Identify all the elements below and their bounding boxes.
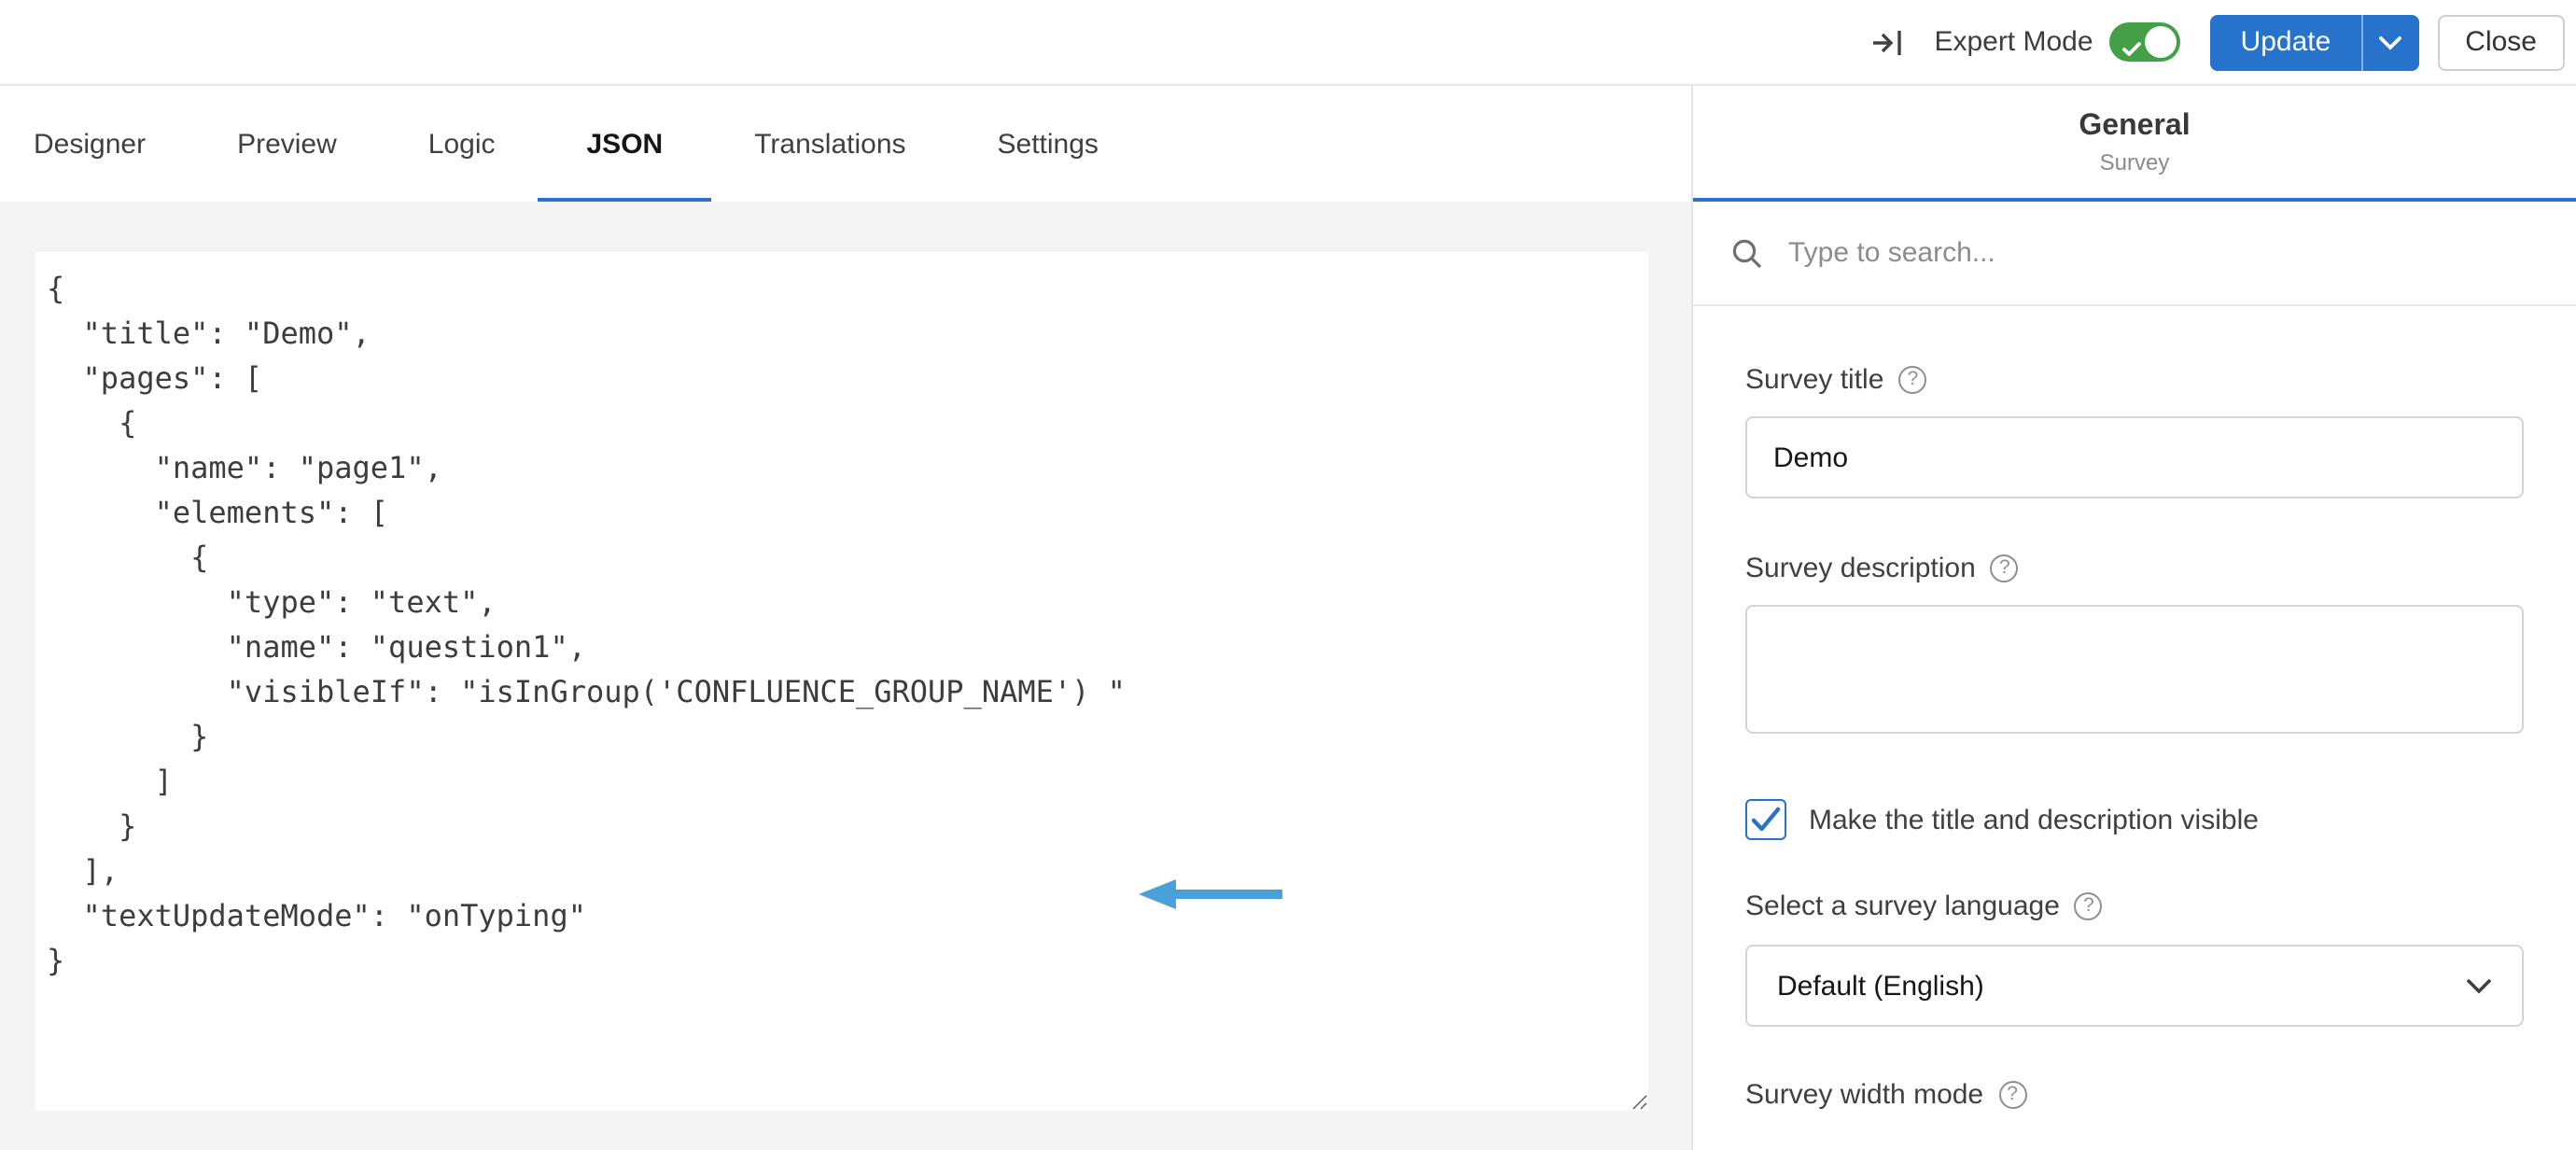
tab-designer[interactable]: Designer bbox=[34, 86, 146, 202]
property-panel: General Survey Survey title ? bbox=[1691, 86, 2576, 1150]
panel-subtitle: Survey bbox=[2100, 148, 2170, 175]
survey-title-label: Survey title ? bbox=[1745, 364, 2524, 396]
property-panel-body: Survey title ? Survey description ? bbox=[1693, 306, 2576, 1150]
content-area: Designer Preview Logic JSON Translations… bbox=[0, 86, 2576, 1150]
title-visibility-checkbox[interactable] bbox=[1745, 799, 1786, 840]
panel-title: General bbox=[2079, 109, 2190, 143]
chevron-down-icon bbox=[2378, 35, 2402, 49]
toggle-knob bbox=[2146, 26, 2177, 58]
check-icon bbox=[2123, 34, 2142, 67]
title-visibility-label: Make the title and description visible bbox=[1809, 804, 2259, 835]
expert-mode-toggle[interactable] bbox=[2110, 22, 2181, 62]
check-icon bbox=[1751, 806, 1781, 833]
search-input[interactable] bbox=[1788, 237, 2539, 269]
chevron-down-icon bbox=[2466, 977, 2492, 994]
survey-creator-app: Expert Mode Update Close bbox=[0, 0, 2576, 1150]
update-split-button: Update bbox=[2211, 14, 2419, 70]
help-icon[interactable]: ? bbox=[1991, 554, 2019, 582]
help-icon[interactable]: ? bbox=[1898, 366, 1926, 394]
search-icon bbox=[1730, 236, 1764, 270]
close-button[interactable]: Close bbox=[2437, 14, 2565, 70]
help-icon[interactable]: ? bbox=[1998, 1081, 2026, 1109]
update-button[interactable]: Update bbox=[2211, 14, 2361, 70]
json-editor-area: { "title": "Demo", "pages": [ { "name": … bbox=[0, 202, 1691, 1150]
language-select[interactable]: Default (English) bbox=[1745, 945, 2524, 1027]
tab-preview[interactable]: Preview bbox=[237, 86, 337, 202]
editor-section: Designer Preview Logic JSON Translations… bbox=[0, 86, 1691, 1150]
top-toolbar: Expert Mode Update Close bbox=[0, 0, 2576, 86]
title-visibility-checkbox-row[interactable]: Make the title and description visible bbox=[1745, 799, 2524, 840]
survey-description-textarea[interactable] bbox=[1745, 605, 2524, 734]
survey-title-input[interactable] bbox=[1745, 416, 2524, 498]
help-icon[interactable]: ? bbox=[2075, 892, 2103, 920]
tab-settings[interactable]: Settings bbox=[998, 86, 1099, 202]
survey-description-label: Survey description ? bbox=[1745, 553, 2524, 584]
tab-json[interactable]: JSON bbox=[587, 86, 664, 202]
update-dropdown-button[interactable] bbox=[2360, 14, 2418, 70]
language-select-value: Default (English) bbox=[1777, 970, 1984, 1002]
json-code-textarea[interactable]: { "title": "Demo", "pages": [ { "name": … bbox=[35, 252, 1648, 1111]
expert-mode-label: Expert Mode bbox=[1934, 26, 2093, 58]
language-label: Select a survey language ? bbox=[1745, 891, 2524, 922]
property-panel-header: General Survey bbox=[1693, 86, 2576, 202]
survey-title-label-text: Survey title bbox=[1745, 364, 1883, 396]
tab-translations[interactable]: Translations bbox=[754, 86, 905, 202]
tab-logic[interactable]: Logic bbox=[428, 86, 496, 202]
tab-bar: Designer Preview Logic JSON Translations… bbox=[0, 86, 1691, 202]
collapse-panel-icon[interactable] bbox=[1863, 18, 1911, 66]
survey-description-label-text: Survey description bbox=[1745, 553, 1976, 584]
width-mode-label: Survey width mode ? bbox=[1745, 1079, 2524, 1111]
language-label-text: Select a survey language bbox=[1745, 891, 2060, 922]
width-mode-label-text: Survey width mode bbox=[1745, 1079, 1983, 1111]
property-search-row bbox=[1693, 202, 2576, 306]
